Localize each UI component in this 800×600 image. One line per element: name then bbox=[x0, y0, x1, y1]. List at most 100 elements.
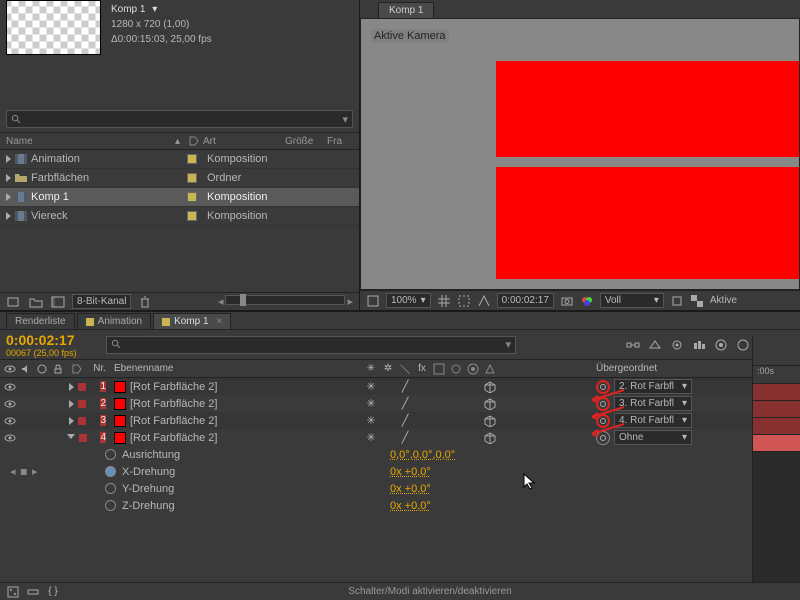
roi-icon[interactable] bbox=[670, 294, 684, 308]
layer-name[interactable]: [Rot Farbfläche 2] bbox=[130, 432, 217, 444]
solid-color-swatch[interactable] bbox=[114, 415, 126, 427]
prev-key-icon[interactable]: ◂ bbox=[10, 465, 16, 478]
motionblur-switch[interactable] bbox=[449, 431, 463, 445]
3d-switch[interactable] bbox=[483, 397, 497, 411]
composition-viewer[interactable]: Aktive Kamera bbox=[360, 18, 800, 290]
shy-icon[interactable] bbox=[670, 338, 684, 352]
draft3d-icon[interactable] bbox=[648, 338, 662, 352]
quality-switch[interactable]: ╱ bbox=[398, 397, 412, 411]
property-name[interactable]: Z-Drehung bbox=[122, 500, 390, 512]
col-parent-header[interactable]: Übergeordnet bbox=[592, 363, 702, 374]
quality-switch[interactable]: ╱ bbox=[398, 414, 412, 428]
fx-switch[interactable] bbox=[415, 414, 429, 428]
label-col-icon[interactable] bbox=[70, 362, 84, 376]
pickwhip-icon[interactable] bbox=[596, 397, 610, 411]
solo-toggle[interactable] bbox=[34, 398, 46, 410]
snapshot-icon[interactable] bbox=[560, 294, 574, 308]
timeline-track-area[interactable]: :00s bbox=[752, 336, 800, 590]
property-name[interactable]: Y-Drehung bbox=[122, 483, 390, 495]
video-toggle-icon[interactable] bbox=[4, 415, 16, 427]
project-search-input[interactable]: ▾ bbox=[6, 110, 353, 128]
fx-switch[interactable] bbox=[415, 431, 429, 445]
trash-icon[interactable] bbox=[137, 295, 153, 309]
timeline-search-input[interactable]: ▾ bbox=[106, 336, 516, 354]
solid-color-swatch[interactable] bbox=[114, 398, 126, 410]
fx-switch[interactable] bbox=[415, 380, 429, 394]
layer-name[interactable]: [Rot Farbfläche 2] bbox=[130, 381, 217, 393]
timeline-tab[interactable]: Renderliste bbox=[6, 313, 75, 329]
layer-row[interactable]: 1[Rot Farbfläche 2]✳╱2. Rot Farbfl▾ bbox=[0, 378, 800, 395]
expand-triangle-icon[interactable] bbox=[6, 193, 11, 201]
new-folder-icon[interactable] bbox=[28, 295, 44, 309]
layer-bar[interactable] bbox=[753, 418, 800, 435]
collapse-switch[interactable] bbox=[381, 380, 395, 394]
timecode[interactable]: 0:00:02:17 bbox=[6, 332, 94, 348]
stopwatch-icon[interactable] bbox=[105, 500, 116, 511]
label-swatch[interactable] bbox=[78, 400, 86, 408]
frameblend-switch[interactable] bbox=[432, 414, 446, 428]
lock-toggle[interactable] bbox=[49, 432, 61, 444]
property-value[interactable]: 0x +0,0° bbox=[390, 466, 431, 478]
shy-switch[interactable]: ✳ bbox=[364, 380, 378, 394]
video-col-icon[interactable] bbox=[4, 362, 17, 376]
3d-switch[interactable] bbox=[483, 431, 497, 445]
3d-switch[interactable] bbox=[483, 414, 497, 428]
comp-mini-flowchart-icon[interactable] bbox=[626, 338, 640, 352]
parent-selector[interactable]: 2. Rot Farbfl▾ bbox=[614, 379, 692, 394]
layer-name[interactable]: [Rot Farbfläche 2] bbox=[130, 398, 217, 410]
3d-switch[interactable] bbox=[483, 380, 497, 394]
expand-triangle-icon[interactable] bbox=[6, 174, 11, 182]
next-key-icon[interactable]: ▸ bbox=[32, 465, 38, 478]
frameblend-switch[interactable] bbox=[432, 431, 446, 445]
audio-toggle[interactable] bbox=[19, 398, 31, 410]
audio-toggle[interactable] bbox=[19, 381, 31, 393]
label-swatch[interactable] bbox=[187, 154, 197, 164]
timeline-tab[interactable]: Komp 1× bbox=[153, 313, 231, 329]
channel-icon[interactable] bbox=[580, 294, 594, 308]
pickwhip-icon[interactable] bbox=[596, 431, 610, 445]
frameblend-switch[interactable] bbox=[432, 380, 446, 394]
expand-triangle-icon[interactable] bbox=[69, 400, 74, 408]
tag-icon[interactable] bbox=[189, 136, 203, 146]
stopwatch-icon[interactable] bbox=[105, 466, 116, 477]
project-item[interactable]: Komp 1Komposition bbox=[0, 188, 359, 207]
adjustment-switch[interactable] bbox=[466, 414, 480, 428]
col-art-header[interactable]: Art bbox=[203, 136, 285, 147]
video-toggle-icon[interactable] bbox=[4, 398, 16, 410]
expand-triangle-icon[interactable] bbox=[6, 155, 11, 163]
col-nr-header[interactable]: Nr. bbox=[90, 363, 108, 374]
collapse-switch[interactable] bbox=[381, 397, 395, 411]
toggle-switches-icon[interactable] bbox=[6, 585, 20, 599]
video-toggle-icon[interactable] bbox=[4, 381, 16, 393]
expand-triangle-icon[interactable] bbox=[69, 417, 74, 425]
parent-selector[interactable]: Ohne▾ bbox=[614, 430, 692, 445]
label-swatch[interactable] bbox=[187, 173, 197, 183]
layer-preview-box[interactable] bbox=[496, 61, 800, 157]
quality-switch[interactable]: ╱ bbox=[398, 431, 412, 445]
shy-switch[interactable]: ✳ bbox=[364, 431, 378, 445]
col-name-header[interactable]: Name bbox=[0, 136, 175, 147]
solo-col-icon[interactable] bbox=[36, 362, 49, 376]
layer-bar[interactable] bbox=[753, 401, 800, 418]
active-camera-label[interactable]: Aktive Kamera bbox=[371, 29, 449, 43]
col-fr-header[interactable]: Fra bbox=[327, 136, 359, 147]
current-time-display[interactable]: 0:00:02:17 bbox=[497, 293, 554, 308]
time-ruler[interactable]: :00s bbox=[753, 366, 800, 384]
quality-switch[interactable]: ╱ bbox=[398, 380, 412, 394]
stopwatch-icon[interactable] bbox=[105, 449, 116, 460]
scroll-left-icon[interactable]: ◂ bbox=[218, 295, 224, 308]
hscroll-bar[interactable] bbox=[225, 295, 345, 305]
comp-menu-caret-icon[interactable]: ▾ bbox=[152, 2, 157, 17]
brackets-icon[interactable]: { } bbox=[46, 585, 60, 599]
property-name[interactable]: X-Drehung bbox=[122, 466, 390, 478]
col-layer-name-header[interactable]: Ebenenname bbox=[108, 363, 364, 374]
zoom-selector[interactable]: 100% ▾ bbox=[386, 293, 431, 308]
layer-bar[interactable] bbox=[753, 384, 800, 401]
solo-toggle[interactable] bbox=[34, 432, 46, 444]
stopwatch-icon[interactable] bbox=[105, 483, 116, 494]
layer-row[interactable]: 2[Rot Farbfläche 2]✳╱3. Rot Farbfl▾ bbox=[0, 395, 800, 412]
transparency-grid-icon[interactable] bbox=[690, 294, 704, 308]
motionblur-switch[interactable] bbox=[449, 397, 463, 411]
adjustment-switch[interactable] bbox=[466, 380, 480, 394]
solid-color-swatch[interactable] bbox=[114, 381, 126, 393]
